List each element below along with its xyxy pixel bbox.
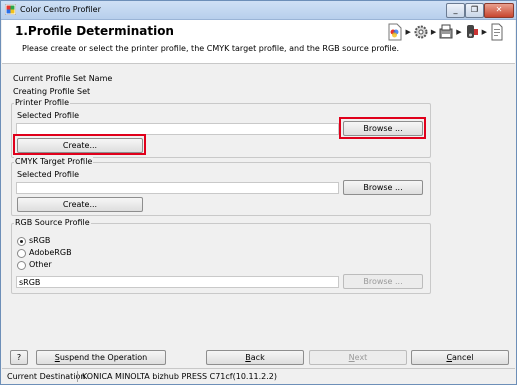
status-destination-value: KONICA MINOLTA bizhub PRESS C71cf(10.11.… bbox=[82, 372, 278, 381]
step-arrow-icon: ▶ bbox=[456, 28, 462, 36]
rgb-profile-legend: RGB Source Profile bbox=[14, 218, 91, 227]
step-indicator: ▶ ▶ ▶ ▶ bbox=[387, 23, 505, 41]
cancel-label: ancel bbox=[452, 353, 474, 362]
status-destination-label: Current Destination bbox=[7, 372, 86, 381]
suspend-label: uspend the Operation bbox=[59, 353, 148, 362]
next-button[interactable]: Next bbox=[309, 350, 407, 365]
document-step-icon bbox=[489, 23, 505, 41]
help-icon: ? bbox=[16, 353, 22, 362]
printer-profile-legend: Printer Profile bbox=[14, 98, 71, 107]
cmyk-create-button[interactable]: Create... bbox=[17, 197, 143, 212]
cmyk-selected-label: Selected Profile bbox=[17, 170, 80, 179]
radio-adobergb[interactable] bbox=[17, 249, 26, 258]
printer-step-icon bbox=[438, 23, 454, 41]
browse-highlight-box bbox=[339, 117, 426, 139]
step-arrow-icon: ▶ bbox=[430, 28, 437, 36]
cmyk-profile-legend: CMYK Target Profile bbox=[14, 157, 94, 166]
title-bar[interactable]: Color Centro Profiler _ ❐ ✕ bbox=[1, 1, 516, 20]
printer-selected-label: Selected Profile bbox=[17, 111, 80, 120]
back-button[interactable]: Back bbox=[206, 350, 304, 365]
page-description: Please create or select the printer prof… bbox=[22, 44, 400, 53]
cmyk-browse-button[interactable]: Browse ... bbox=[343, 180, 423, 195]
suspend-button[interactable]: Suspend the Operation bbox=[36, 350, 166, 365]
radio-adobergb-label[interactable]: AdobeRGB bbox=[29, 248, 72, 257]
cmyk-selected-field[interactable] bbox=[16, 182, 339, 194]
page-title: 1.Profile Determination bbox=[15, 24, 174, 38]
restore-button[interactable]: ❐ bbox=[465, 3, 484, 18]
close-button[interactable]: ✕ bbox=[484, 3, 514, 18]
back-label: ack bbox=[250, 353, 265, 362]
measure-step-icon bbox=[464, 23, 480, 41]
cancel-button[interactable]: Cancel bbox=[411, 350, 509, 365]
settings-step-icon bbox=[413, 23, 429, 41]
status-bar: Current Destination KONICA MINOLTA bizhu… bbox=[2, 368, 515, 384]
window-title: Color Centro Profiler bbox=[20, 5, 101, 14]
radio-srgb[interactable] bbox=[17, 237, 26, 246]
radio-srgb-label[interactable]: sRGB bbox=[29, 236, 50, 245]
profile-set-name-label: Current Profile Set Name bbox=[13, 74, 113, 83]
status-divider bbox=[77, 371, 78, 382]
app-icon bbox=[4, 3, 17, 16]
profile-step-icon bbox=[387, 23, 403, 41]
next-label: ext bbox=[354, 353, 368, 362]
help-button[interactable]: ? bbox=[10, 350, 28, 365]
radio-other[interactable] bbox=[17, 261, 26, 270]
cmyk-profile-group: CMYK Target Profile Selected Profile Bro… bbox=[11, 157, 431, 216]
create-highlight-box bbox=[13, 134, 146, 155]
step-arrow-icon: ▶ bbox=[405, 28, 411, 36]
page-header: 1.Profile Determination Please create or… bbox=[2, 20, 515, 64]
app-window: Color Centro Profiler _ ❐ ✕ 1.Profile De… bbox=[0, 0, 517, 385]
profile-set-name-value: Creating Profile Set bbox=[13, 87, 91, 96]
minimize-button[interactable]: _ bbox=[446, 3, 465, 18]
rgb-browse-button[interactable]: Browse ... bbox=[343, 274, 423, 289]
step-arrow-icon: ▶ bbox=[481, 28, 487, 36]
rgb-selected-field[interactable]: sRGB bbox=[16, 276, 339, 288]
radio-other-label[interactable]: Other bbox=[29, 260, 52, 269]
rgb-profile-group: RGB Source Profile sRGB AdobeRGB Other s… bbox=[11, 218, 431, 294]
